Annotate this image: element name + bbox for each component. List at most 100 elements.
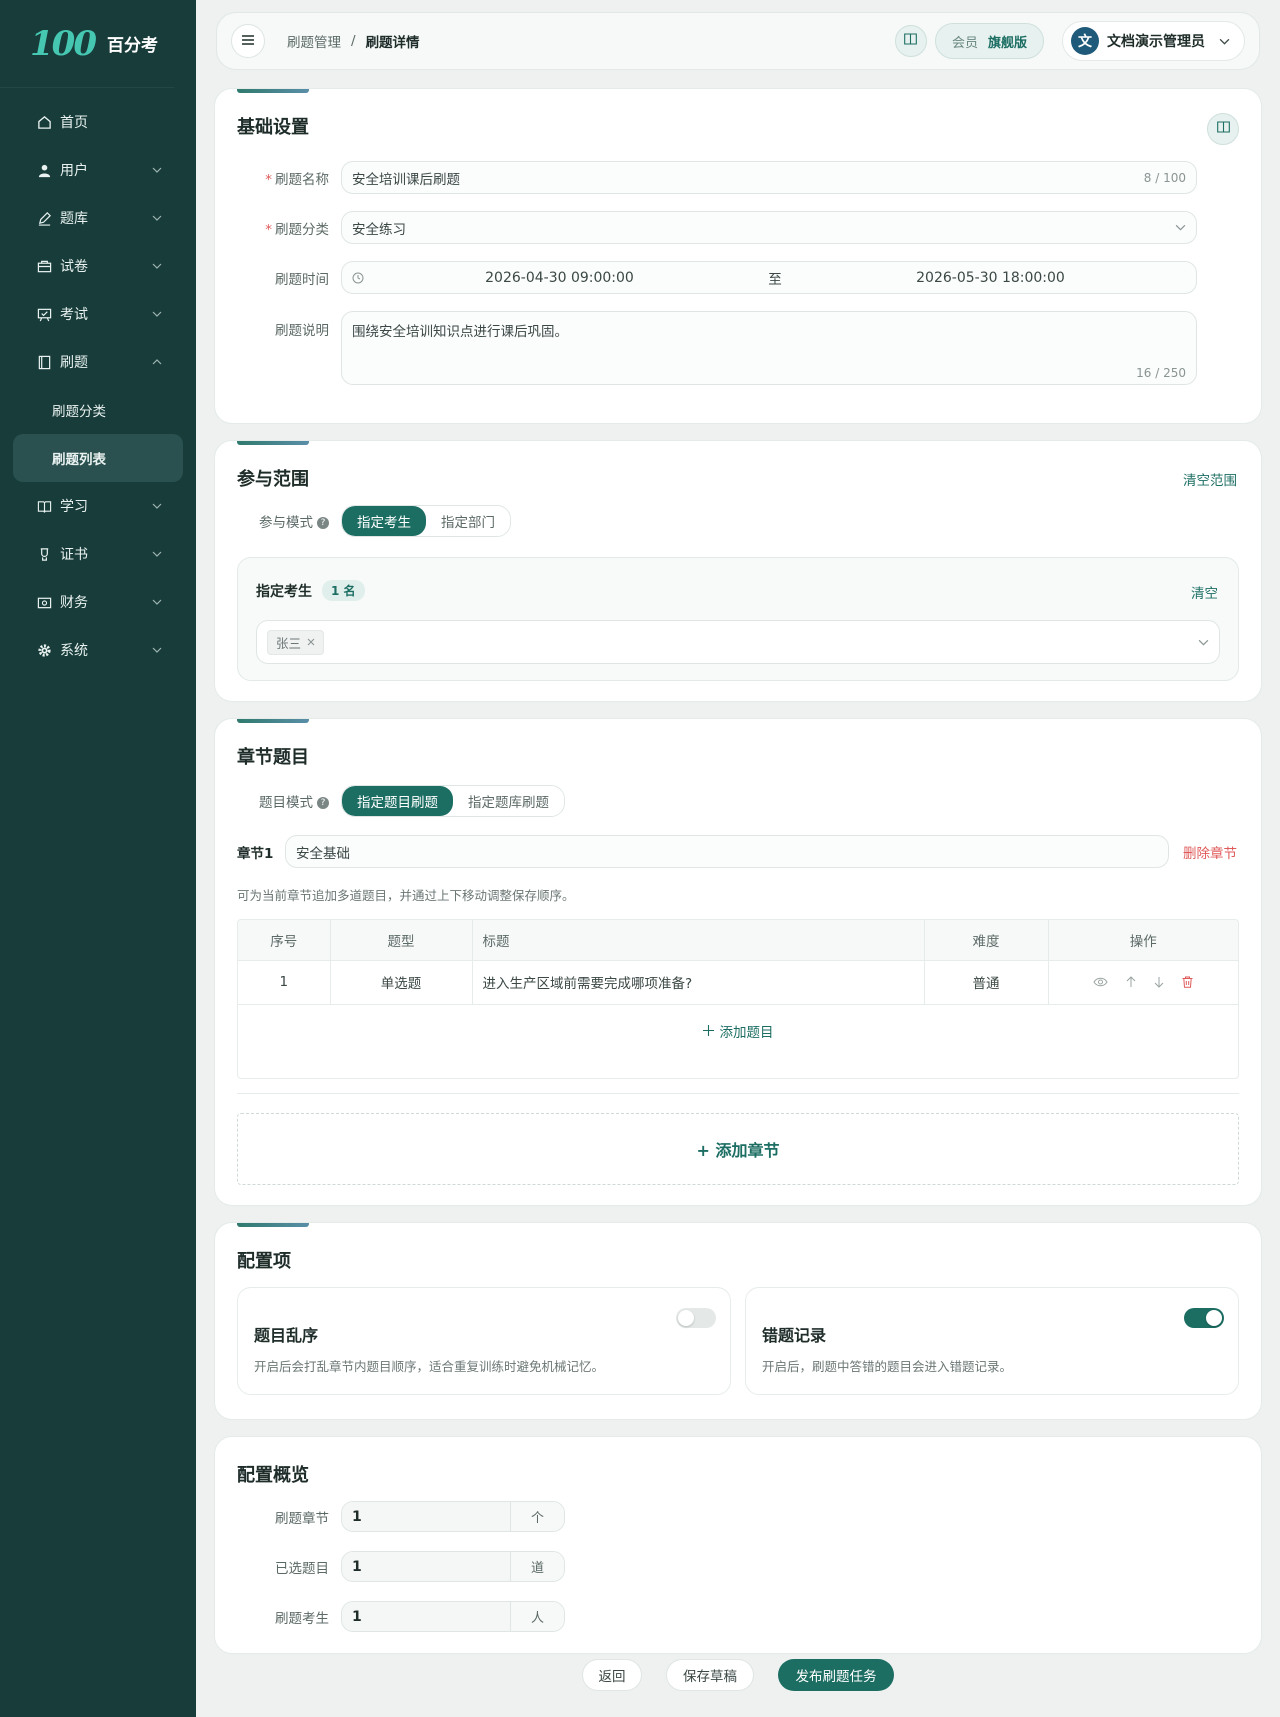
- sidebar: 100 百分考 首页 用户 题库 试卷 考试 刷题 刷题分类 刷题列表 学习 证…: [0, 0, 196, 1717]
- chapter-name-input[interactable]: 安全基础: [285, 835, 1169, 868]
- wrong-record-desc: 开启后，刷题中答错的题目会进入错题记录。: [762, 1359, 1013, 1374]
- sidebar-subitem-practice-list[interactable]: 刷题列表: [13, 434, 183, 482]
- help-icon[interactable]: ?: [317, 797, 329, 809]
- column-header: 标题: [472, 920, 925, 961]
- sidebar-subitem-practice-category[interactable]: 刷题分类: [0, 386, 196, 434]
- sidebar-item-papers[interactable]: 试卷: [0, 242, 196, 290]
- chapter-label: 章节1: [237, 845, 274, 862]
- plus-icon: [702, 1025, 714, 1036]
- stat-students: 刷题考生 1人: [237, 1601, 565, 1632]
- description-textarea[interactable]: 围绕安全培训知识点进行课后巩固。 16 / 250: [341, 311, 1197, 385]
- desc-row: 刷题说明 围绕安全培训知识点进行课后巩固。 16 / 250: [237, 311, 1197, 385]
- sidebar-item-learning[interactable]: 学习: [0, 482, 196, 530]
- add-question-button[interactable]: 添加题目: [238, 1005, 1238, 1057]
- chevron-down-icon: [152, 597, 162, 607]
- trash-icon[interactable]: [1182, 976, 1193, 988]
- sidebar-item-exams[interactable]: 考试: [0, 290, 196, 338]
- shuffle-option: 题目乱序 开启后会打乱章节内题目顺序，适合重复训练时避免机械记忆。: [237, 1287, 731, 1395]
- questions-table: 序号 题型 标题 难度 操作 1 单选题 进入生产区域前需要完成哪项准备? 普通: [238, 920, 1238, 1005]
- sidebar-item-label: 题库: [60, 211, 88, 227]
- chevron-down-icon: [152, 309, 162, 319]
- hamburger-icon: [242, 34, 254, 49]
- stat-value: 1: [342, 1602, 510, 1631]
- students-select[interactable]: 张三: [256, 620, 1220, 664]
- avatar: 文: [1071, 27, 1099, 55]
- mode-option-departments[interactable]: 指定部门: [426, 506, 510, 536]
- chevron-down-icon: [152, 213, 162, 223]
- stat-unit: 个: [510, 1502, 564, 1531]
- sidebar-item-label: 刷题: [60, 355, 88, 371]
- help-icon[interactable]: ?: [317, 517, 329, 529]
- cell-no: 1: [238, 960, 331, 1005]
- section-title: 配置概览: [237, 1465, 309, 1486]
- sidebar-item-home[interactable]: 首页: [0, 98, 196, 146]
- wrong-record-option: 错题记录 开启后，刷题中答错的题目会进入错题记录。: [745, 1287, 1239, 1395]
- time-range-picker[interactable]: 2026-04-30 09:00:00 至 2026-05-30 18:00:0…: [341, 261, 1197, 294]
- sidebar-item-finance[interactable]: 财务: [0, 578, 196, 626]
- arrow-down-icon[interactable]: [1154, 976, 1164, 988]
- menu-toggle-button[interactable]: [231, 24, 265, 58]
- section-title: 章节题目: [237, 747, 309, 768]
- table-row: 1 单选题 进入生产区域前需要完成哪项准备? 普通: [238, 960, 1238, 1005]
- column-header: 难度: [924, 920, 1049, 961]
- shuffle-toggle[interactable]: [676, 1308, 716, 1328]
- sidebar-item-label: 用户: [60, 163, 88, 179]
- sidebar-item-practice[interactable]: 刷题: [0, 338, 196, 386]
- logo[interactable]: 100 百分考: [0, 0, 174, 88]
- mode-label: 参与模式?: [237, 511, 341, 531]
- chevron-down-icon: [152, 645, 162, 655]
- category-value: 安全练习: [352, 221, 406, 238]
- sidebar-item-label: 考试: [60, 307, 88, 323]
- back-button[interactable]: 返回: [582, 1659, 642, 1691]
- wrong-record-toggle[interactable]: [1184, 1308, 1224, 1328]
- sidebar-item-label: 试卷: [60, 259, 88, 275]
- category-label: * 刷题分类: [265, 221, 329, 238]
- mode-option-students[interactable]: 指定考生: [342, 506, 426, 536]
- chevron-down-icon: [152, 549, 162, 559]
- section-title: 参与范围: [237, 469, 309, 490]
- breadcrumb-item[interactable]: 刷题管理: [287, 31, 341, 51]
- mode-row: 参与模式? 指定考生 指定部门: [237, 505, 511, 537]
- user-menu[interactable]: 文 文档演示管理员: [1062, 21, 1245, 61]
- sidebar-item-label: 系统: [60, 643, 88, 659]
- student-tag: 张三: [267, 629, 325, 655]
- clear-scope-link[interactable]: 清空范围: [1183, 469, 1237, 489]
- username: 文档演示管理员: [1107, 34, 1205, 50]
- arrow-up-icon[interactable]: [1126, 976, 1136, 988]
- desc-char-count: 16 / 250: [1136, 366, 1186, 380]
- close-icon[interactable]: [307, 638, 315, 646]
- student-tag-label: 张三: [276, 635, 302, 651]
- sidebar-menu: 首页 用户 题库 试卷 考试 刷题 刷题分类 刷题列表 学习 证书 财务 系统: [0, 88, 196, 674]
- sidebar-item-system[interactable]: 系统: [0, 626, 196, 674]
- stat-questions: 已选题目 1道: [237, 1551, 565, 1582]
- time-start[interactable]: 2026-04-30 09:00:00: [364, 270, 755, 286]
- eye-icon[interactable]: [1093, 977, 1108, 987]
- participant-mode-toggle: 指定考生 指定部门: [341, 505, 511, 537]
- chevron-down-icon: [152, 261, 162, 271]
- sidebar-item-user[interactable]: 用户: [0, 146, 196, 194]
- book-open-icon: [904, 33, 918, 49]
- stat-value: 1: [342, 1502, 510, 1531]
- save-draft-button[interactable]: 保存草稿: [666, 1659, 754, 1691]
- exam-board-icon: [36, 306, 52, 322]
- reading-mode-button[interactable]: [894, 25, 927, 57]
- cell-actions: [1048, 960, 1238, 1005]
- clear-students-link[interactable]: 清空: [1191, 582, 1218, 602]
- chevron-down-icon: [1175, 222, 1186, 233]
- sidebar-item-certificates[interactable]: 证书: [0, 530, 196, 578]
- finance-icon: [36, 594, 52, 610]
- mode-option-bank[interactable]: 指定题库刷题: [453, 786, 564, 816]
- name-value: 安全培训课后刷题: [352, 171, 460, 188]
- stat-label: 刷题章节: [275, 1510, 329, 1527]
- delete-chapter-link[interactable]: 删除章节: [1183, 842, 1237, 862]
- membership-badge[interactable]: 会员 旗舰版: [934, 23, 1044, 59]
- name-input[interactable]: 安全培训课后刷题 8 / 100: [341, 161, 1197, 194]
- time-end[interactable]: 2026-05-30 18:00:00: [795, 270, 1186, 286]
- category-select[interactable]: 安全练习: [341, 211, 1197, 244]
- mode-option-questions[interactable]: 指定题目刷题: [342, 786, 453, 816]
- book-toggle-button[interactable]: [1207, 113, 1239, 145]
- publish-button[interactable]: 发布刷题任务: [778, 1659, 894, 1691]
- sidebar-item-question-bank[interactable]: 题库: [0, 194, 196, 242]
- add-question-label: 添加题目: [719, 1024, 774, 1041]
- add-chapter-button[interactable]: + 添加章节: [237, 1113, 1239, 1185]
